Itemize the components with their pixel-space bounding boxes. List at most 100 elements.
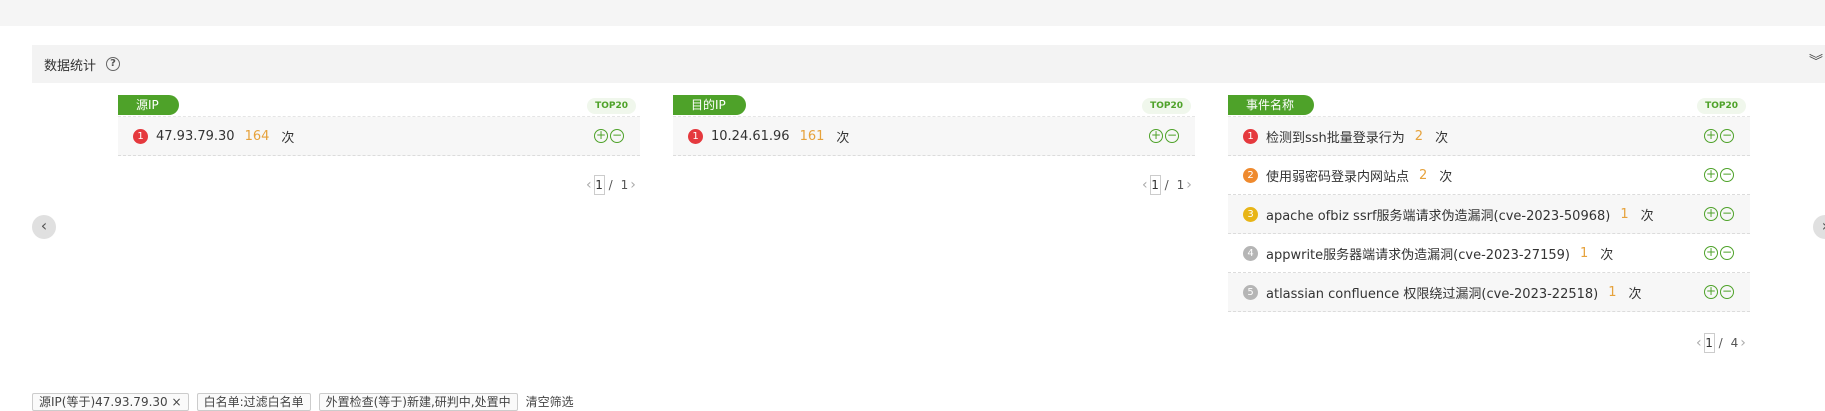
pager-current[interactable]: 1	[1703, 333, 1715, 353]
section-title: 数据统计	[44, 58, 97, 74]
row-actions: + −	[1704, 246, 1734, 260]
panel-header: 源IP TOP20	[118, 95, 640, 117]
item-unit: 次	[1640, 208, 1654, 224]
pager-prev-icon[interactable]: ‹	[1142, 177, 1148, 193]
list-item: 1 10.24.61.96 161 次 + −	[673, 117, 1195, 156]
rank-badge: 4	[1243, 245, 1258, 261]
clear-filters-link[interactable]: 清空筛选	[526, 393, 574, 411]
pager-prev-icon[interactable]: ‹	[1696, 335, 1702, 351]
pager-next-icon[interactable]: ›	[630, 177, 636, 193]
exclude-filter-icon[interactable]: −	[1720, 285, 1734, 299]
top20-badge: TOP20	[587, 98, 636, 114]
add-filter-icon[interactable]: +	[1704, 129, 1718, 143]
rank-badge: 1	[688, 128, 703, 144]
rank-badge: 1	[1243, 128, 1258, 144]
row-actions: + −	[1704, 129, 1734, 143]
filter-chip-label: 白名单:过滤白名单	[203, 395, 304, 409]
active-filters: 源IP(等于)47.93.79.30 × 白名单:过滤白名单 外置检查(等于)新…	[32, 393, 574, 411]
top20-badge: TOP20	[1142, 98, 1191, 114]
pager-current[interactable]: 1	[1149, 175, 1161, 195]
add-filter-icon[interactable]: +	[1704, 168, 1718, 182]
item-count: 2	[1414, 128, 1424, 144]
section-header: 数据统计 ? ︾	[32, 45, 1825, 83]
add-filter-icon[interactable]: +	[594, 129, 608, 143]
close-icon[interactable]: ×	[172, 395, 182, 409]
pager-source-ip: ‹ 1 / 1 ›	[584, 175, 638, 195]
item-label[interactable]: 47.93.79.30	[156, 129, 235, 144]
pager-sep: /	[1718, 336, 1723, 350]
row-actions: + −	[594, 129, 624, 143]
pager-next-icon[interactable]: ›	[1740, 335, 1746, 351]
item-unit: 次	[1435, 130, 1449, 146]
row-actions: + −	[1704, 285, 1734, 299]
pager-event-name: ‹ 1 / 4 ›	[1694, 333, 1748, 353]
filter-chip-label: 外置检查(等于)新建,研判中,处置中	[325, 395, 511, 409]
exclude-filter-icon[interactable]: −	[1165, 129, 1179, 143]
pager-sep: /	[608, 178, 613, 192]
pager-sep: /	[1164, 178, 1169, 192]
row-actions: + −	[1704, 207, 1734, 221]
filter-chip[interactable]: 外置检查(等于)新建,研判中,处置中	[318, 393, 518, 411]
item-label[interactable]: apache ofbiz ssrf服务端请求伪造漏洞(cve-2023-5096…	[1266, 205, 1610, 224]
item-label[interactable]: 10.24.61.96	[711, 129, 790, 144]
add-filter-icon[interactable]: +	[1704, 285, 1718, 299]
rank-badge: 2	[1243, 167, 1258, 183]
filter-chip[interactable]: 源IP(等于)47.93.79.30 ×	[32, 393, 189, 411]
panel-title: 目的IP	[673, 95, 746, 115]
item-unit: 次	[1628, 286, 1642, 302]
item-unit: 次	[1439, 169, 1453, 185]
add-filter-icon[interactable]: +	[1149, 129, 1163, 143]
exclude-filter-icon[interactable]: −	[1720, 129, 1734, 143]
item-label[interactable]: 检测到ssh批量登录行为	[1266, 127, 1405, 146]
panel-title: 源IP	[118, 95, 179, 115]
exclude-filter-icon[interactable]: −	[1720, 246, 1734, 260]
item-unit: 次	[1600, 247, 1614, 263]
next-arrow-icon[interactable]: ›	[1813, 215, 1825, 239]
filter-chip-label: 源IP(等于)47.93.79.30	[39, 395, 168, 409]
panel-source-ip: 源IP TOP20 1 47.93.79.30 164 次 + −	[118, 95, 640, 156]
collapse-icon[interactable]: ︾	[1809, 55, 1823, 69]
pager-total: 4	[1730, 336, 1739, 350]
item-unit: 次	[281, 130, 295, 146]
item-count: 1	[1620, 206, 1629, 222]
prev-arrow-icon[interactable]: ‹	[32, 215, 56, 239]
list-item: 1 47.93.79.30 164 次 + −	[118, 117, 640, 156]
pager-total: 1	[1176, 178, 1185, 192]
exclude-filter-icon[interactable]: −	[1720, 168, 1734, 182]
item-count: 1	[1579, 245, 1589, 261]
list-item: 5 atlassian confluence 权限绕过漏洞(cve-2023-2…	[1228, 273, 1750, 312]
item-label[interactable]: appwrite服务器端请求伪造漏洞(cve-2023-27159)	[1266, 244, 1570, 263]
pager-prev-icon[interactable]: ‹	[586, 177, 592, 193]
row-actions: + −	[1149, 129, 1179, 143]
top20-badge: TOP20	[1697, 98, 1746, 114]
item-count: 1	[1608, 284, 1617, 300]
pager-current[interactable]: 1	[593, 175, 605, 195]
item-count: 2	[1419, 167, 1428, 183]
add-filter-icon[interactable]: +	[1704, 246, 1718, 260]
exclude-filter-icon[interactable]: −	[1720, 207, 1734, 221]
filter-chip[interactable]: 白名单:过滤白名单	[196, 393, 311, 411]
item-unit: 次	[836, 130, 850, 146]
panel-header: 事件名称 TOP20	[1228, 95, 1750, 117]
pager-next-icon[interactable]: ›	[1186, 177, 1192, 193]
panel-event-name: 事件名称 TOP20 1 检测到ssh批量登录行为 2 次 + − 2 使用弱密…	[1228, 95, 1750, 312]
add-filter-icon[interactable]: +	[1704, 207, 1718, 221]
rank-badge: 3	[1243, 206, 1258, 222]
panel-title: 事件名称	[1228, 95, 1315, 115]
panel-dest-ip: 目的IP TOP20 1 10.24.61.96 161 次 + −	[673, 95, 1195, 156]
help-icon[interactable]: ?	[106, 57, 121, 71]
list-item: 4 appwrite服务器端请求伪造漏洞(cve-2023-27159) 1 次…	[1228, 234, 1750, 273]
pager-total: 1	[620, 178, 629, 192]
item-label[interactable]: 使用弱密码登录内网站点	[1266, 166, 1409, 185]
rank-badge: 1	[133, 128, 148, 144]
exclude-filter-icon[interactable]: −	[610, 129, 624, 143]
item-count: 161	[799, 128, 825, 144]
row-actions: + −	[1704, 168, 1734, 182]
panel-header: 目的IP TOP20	[673, 95, 1195, 117]
list-item: 1 检测到ssh批量登录行为 2 次 + −	[1228, 117, 1750, 156]
list-item: 2 使用弱密码登录内网站点 2 次 + −	[1228, 156, 1750, 195]
item-label[interactable]: atlassian confluence 权限绕过漏洞(cve-2023-225…	[1266, 283, 1598, 302]
rank-badge: 5	[1243, 284, 1258, 300]
item-count: 164	[244, 128, 270, 144]
pager-dest-ip: ‹ 1 / 1 ›	[1140, 175, 1194, 195]
